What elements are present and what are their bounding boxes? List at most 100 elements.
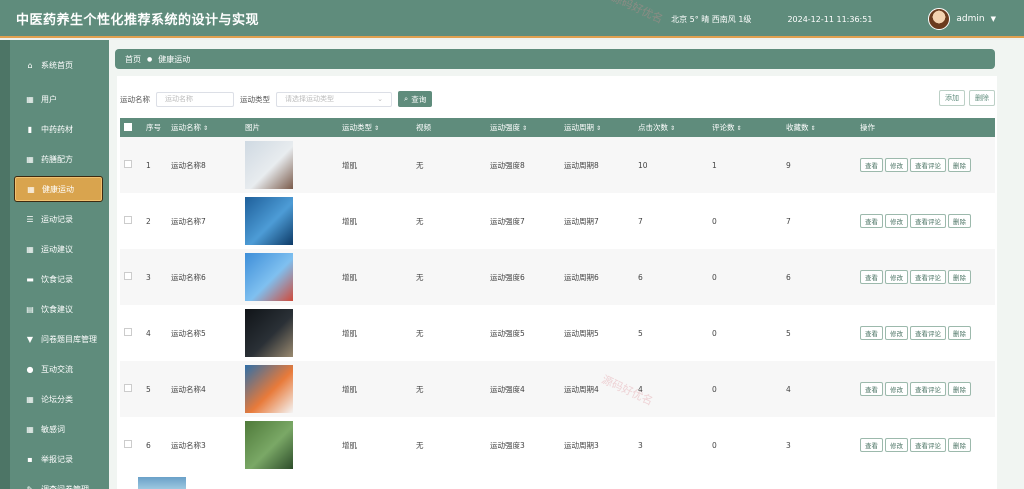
sidebar-item-14[interactable]: ✎ 调查问卷管理 <box>14 476 103 489</box>
delete-button[interactable]: 删除 <box>948 382 971 396</box>
edit-icon: ✎ <box>26 484 34 489</box>
edit-button[interactable]: 修改 <box>885 214 908 228</box>
view-button[interactable]: 查看 <box>860 158 883 172</box>
view-button[interactable]: 查看 <box>860 214 883 228</box>
sort-icon[interactable]: ⇕ <box>203 125 208 132</box>
row-checkbox[interactable] <box>120 417 142 473</box>
grid-icon: ▦ <box>26 394 34 404</box>
sidebar-item-6[interactable]: ▦ 运动建议 <box>14 236 103 262</box>
table-row: 6 运动名称3 增肌 无 运动强度3 运动周期3 3 0 3 查看 修改 查看评论 删除 <box>120 417 995 473</box>
delete-button[interactable]: 删除 <box>948 438 971 452</box>
view-button[interactable]: 查看 <box>860 438 883 452</box>
view-button[interactable]: 查看 <box>860 326 883 340</box>
delete-button[interactable]: 删除 <box>948 326 971 340</box>
sidebar-item-2[interactable]: ▮ 中药药材 <box>14 116 103 142</box>
app-title: 中医药养生个性化推荐系统的设计与实现 <box>16 12 260 28</box>
cell-period: 运动周期7 <box>564 216 599 226</box>
sort-icon[interactable]: ⇕ <box>596 125 601 132</box>
cell-name: 运动名称8 <box>171 160 206 170</box>
view-button[interactable]: 查看 <box>860 270 883 284</box>
cell-video: 无 <box>416 160 424 170</box>
cell-intensity: 运动强度3 <box>490 440 525 450</box>
weather-info: 北京 5° 晴 西南风 1级 <box>671 14 752 24</box>
sidebar-item-10[interactable]: ● 互动交流 <box>14 356 103 382</box>
home-icon: ⌂ <box>27 60 33 70</box>
view-comments-button[interactable]: 查看评论 <box>910 438 946 452</box>
cell-intensity: 运动强度6 <box>490 272 525 282</box>
type-select[interactable]: 请选择运动类型 ⌄ <box>276 91 392 107</box>
sidebar-item-9[interactable]: ▼ 问卷题目库管理 <box>14 326 103 352</box>
column-header[interactable]: 运动强度 ⇕ <box>486 118 560 137</box>
datetime: 2024-12-11 11:36:51 <box>787 14 873 24</box>
sidebar-item-8[interactable]: ▤ 饮食建议 <box>14 296 103 322</box>
delete-button[interactable]: 删除 <box>948 158 971 172</box>
sidebar-item-11[interactable]: ▦ 论坛分类 <box>14 386 103 412</box>
delete-button[interactable]: 删除 <box>948 214 971 228</box>
sort-icon[interactable]: ⇕ <box>374 125 379 132</box>
grid-icon: ▦ <box>26 94 34 104</box>
sort-icon[interactable]: ⇕ <box>522 125 527 132</box>
sort-icon[interactable]: ⇕ <box>670 125 675 132</box>
sidebar-item-label: 饮食建议 <box>41 304 73 314</box>
cell-favorites: 4 <box>786 384 791 394</box>
column-header[interactable]: 运动名称 ⇕ <box>167 118 241 137</box>
row-checkbox[interactable] <box>120 249 142 305</box>
row-checkbox[interactable] <box>120 305 142 361</box>
edit-button[interactable]: 修改 <box>885 326 908 340</box>
avatar[interactable] <box>928 8 951 30</box>
sidebar-item-3[interactable]: ▦ 药膳配方 <box>14 146 103 172</box>
view-comments-button[interactable]: 查看评论 <box>910 158 946 172</box>
select-all-checkbox[interactable] <box>120 118 142 137</box>
search-bar: 运动名称 运动名称 运动类型 请选择运动类型 ⌄ ⌕ 查询 添加 删除 <box>120 90 995 108</box>
view-button[interactable]: 查看 <box>860 382 883 396</box>
sidebar-item-0[interactable]: ⌂ 系统首页 <box>14 52 103 78</box>
column-header[interactable]: 评论数 ⇕ <box>708 118 782 137</box>
edit-button[interactable]: 修改 <box>885 438 908 452</box>
view-comments-button[interactable]: 查看评论 <box>910 270 946 284</box>
column-header[interactable]: 运动类型 ⇕ <box>338 118 412 137</box>
cell-favorites: 7 <box>786 216 791 226</box>
column-header[interactable]: 收藏数 ⇕ <box>782 118 856 137</box>
sort-icon[interactable]: ⇕ <box>811 125 816 132</box>
add-button[interactable]: 添加 <box>939 90 965 106</box>
sidebar-item-label: 中药药材 <box>41 124 73 134</box>
name-search-input[interactable]: 运动名称 <box>156 91 234 107</box>
view-comments-button[interactable]: 查看评论 <box>910 382 946 396</box>
sidebar-item-13[interactable]: ▪ 举报记录 <box>14 446 103 472</box>
cell-period: 运动周期6 <box>564 272 599 282</box>
cell-comments: 0 <box>712 440 717 450</box>
cell-type: 增肌 <box>342 216 357 226</box>
column-header: 视频 <box>412 118 486 137</box>
delete-button[interactable]: 删除 <box>948 270 971 284</box>
edit-button[interactable]: 修改 <box>885 270 908 284</box>
main-content: 首页 ● 健康运动 运动名称 运动名称 运动类型 请选择运动类型 ⌄ ⌕ 查询 … <box>109 40 1024 489</box>
row-checkbox[interactable] <box>120 193 142 249</box>
view-comments-button[interactable]: 查看评论 <box>910 326 946 340</box>
row-actions: 查看 修改 查看评论 删除 <box>856 361 995 417</box>
column-header[interactable]: 运动周期 ⇕ <box>560 118 634 137</box>
batch-delete-button[interactable]: 删除 <box>969 90 995 106</box>
trophy-icon: ▼ <box>26 334 34 344</box>
user-name[interactable]: admin <box>956 14 984 24</box>
edit-button[interactable]: 修改 <box>885 382 908 396</box>
column-header[interactable]: 点击次数 ⇕ <box>634 118 708 137</box>
sidebar-item-4[interactable]: ▦ 健康运动 <box>14 176 103 202</box>
exercise-image <box>241 417 338 473</box>
search-button[interactable]: ⌕ 查询 <box>398 91 433 107</box>
sidebar-item-1[interactable]: ▦ 用户 <box>14 86 103 112</box>
grid-icon: ▦ <box>26 244 34 254</box>
chevron-down-icon[interactable]: ▼ <box>991 15 996 23</box>
breadcrumb-home[interactable]: 首页 <box>125 54 141 65</box>
exercise-image <box>241 305 338 361</box>
cell-type: 增肌 <box>342 328 357 338</box>
row-checkbox[interactable] <box>120 361 142 417</box>
sidebar-item-5[interactable]: ☰ 运动记录 <box>14 206 103 232</box>
row-checkbox[interactable] <box>120 137 142 193</box>
view-comments-button[interactable]: 查看评论 <box>910 214 946 228</box>
exercise-image <box>241 361 338 417</box>
row-actions: 查看 修改 查看评论 删除 <box>856 137 995 193</box>
sort-icon[interactable]: ⇕ <box>737 125 742 132</box>
sidebar-item-7[interactable]: ▬ 饮食记录 <box>14 266 103 292</box>
sidebar-item-12[interactable]: ▦ 敏感词 <box>14 416 103 442</box>
edit-button[interactable]: 修改 <box>885 158 908 172</box>
